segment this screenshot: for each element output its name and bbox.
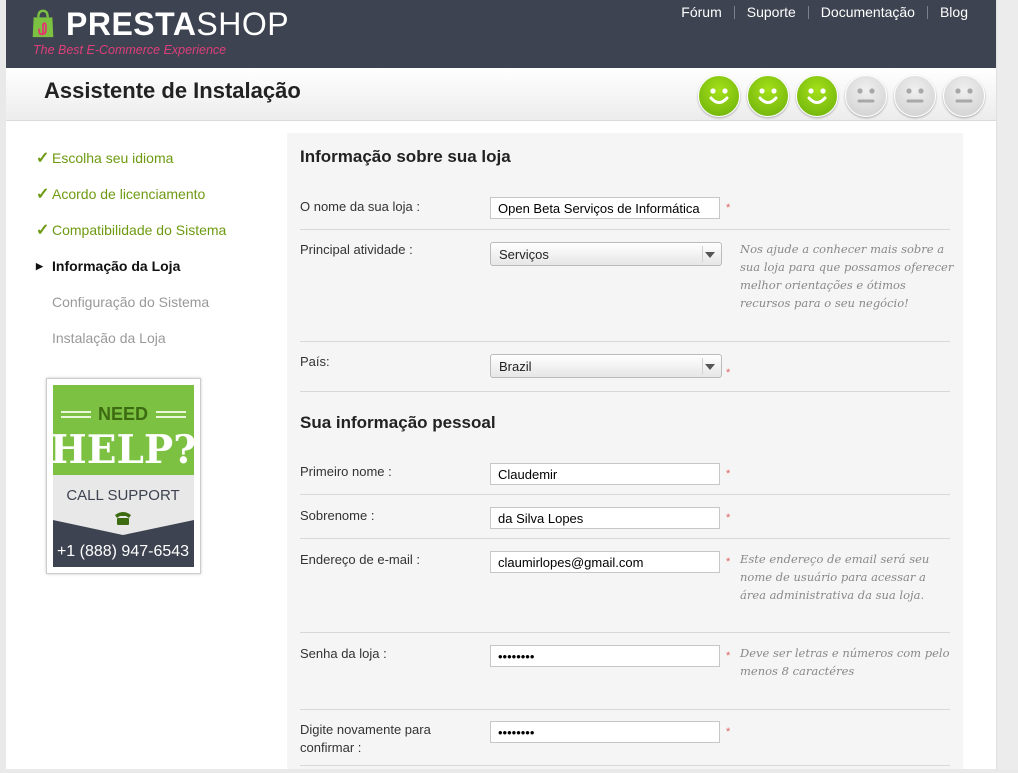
password-input[interactable] bbox=[490, 645, 720, 667]
neutral-face-icon bbox=[894, 75, 936, 117]
step-choose-language[interactable]: ✓ Escolha seu idioma bbox=[36, 140, 256, 176]
required-marker: * bbox=[726, 650, 731, 662]
divider bbox=[300, 632, 950, 633]
step-system-compatibility[interactable]: ✓ Compatibilidade do Sistema bbox=[36, 212, 256, 248]
select-divider bbox=[702, 246, 703, 262]
step-label: Acordo de licenciamento bbox=[52, 186, 206, 202]
title-bar: Assistente de Instalação bbox=[6, 68, 996, 121]
chevron-down-icon bbox=[705, 252, 715, 258]
select-divider bbox=[702, 358, 703, 374]
country-select[interactable]: Brazil bbox=[490, 354, 722, 378]
checkmark-icon: ✓ bbox=[36, 186, 50, 203]
top-navigation: Fórum Suporte Documentação Blog bbox=[669, 4, 972, 20]
personal-section-title: Sua informação pessoal bbox=[300, 413, 496, 432]
required-marker: * bbox=[726, 468, 731, 480]
email-input[interactable] bbox=[490, 551, 720, 573]
help-need-text: NEED bbox=[98, 404, 148, 424]
required-marker: * bbox=[726, 367, 731, 379]
store-section-title: Informação sobre sua loja bbox=[300, 147, 511, 166]
country-label: País: bbox=[300, 354, 330, 369]
window-bottom-edge bbox=[0, 769, 1018, 773]
required-marker: * bbox=[726, 556, 731, 568]
activity-select[interactable]: Serviços bbox=[490, 242, 722, 266]
last-name-label: Sobrenome : bbox=[300, 508, 375, 523]
store-name-label: O nome da sua loja : bbox=[300, 199, 420, 214]
divider bbox=[300, 709, 950, 710]
site-header: PRESTASHOP The Best E-Commerce Experienc… bbox=[6, 0, 996, 68]
logo-tagline: The Best E-Commerce Experience bbox=[33, 43, 227, 57]
step-label: Informação da Loja bbox=[52, 258, 181, 274]
activity-selected-value: Serviços bbox=[499, 247, 549, 262]
window-right-edge bbox=[996, 0, 1018, 773]
page-title: Assistente de Instalação bbox=[44, 78, 301, 103]
divider bbox=[300, 341, 950, 342]
happy-face-icon bbox=[698, 75, 740, 117]
step-license-agreement[interactable]: ✓ Acordo de licenciamento bbox=[36, 176, 256, 212]
store-name-input[interactable] bbox=[490, 197, 720, 219]
required-marker: * bbox=[726, 202, 731, 214]
step-label: Instalação da Loja bbox=[52, 330, 166, 346]
confirm-password-label: Digite novamente para confirmar : bbox=[300, 722, 431, 755]
checkmark-icon: ✓ bbox=[36, 222, 50, 239]
call-support-badge: NEED HELP? CALL SUPPORT +1 (888) 947-654… bbox=[53, 385, 194, 567]
logo-wordmark: PRESTASHOP bbox=[66, 6, 289, 42]
country-selected-value: Brazil bbox=[499, 359, 532, 374]
nav-documentation-link[interactable]: Documentação bbox=[809, 4, 927, 20]
activity-hint: Nos ajude a conhecer mais sobre a sua lo… bbox=[740, 242, 954, 310]
shopping-bag-icon bbox=[32, 9, 54, 38]
divider bbox=[300, 765, 950, 766]
installation-steps: ✓ Escolha seu idioma ✓ Acordo de licenciam… bbox=[36, 140, 256, 356]
divider bbox=[300, 229, 950, 230]
help-phone-text: +1 (888) 947-6543 bbox=[57, 543, 189, 560]
nav-blog-link[interactable]: Blog bbox=[928, 4, 972, 20]
last-name-input[interactable] bbox=[490, 507, 720, 529]
neutral-face-icon bbox=[845, 75, 887, 117]
email-label: Endereço de e-mail : bbox=[300, 552, 420, 567]
divider bbox=[300, 538, 950, 539]
phone-icon bbox=[115, 512, 131, 525]
first-name-label: Primeiro nome : bbox=[300, 464, 392, 479]
logo-presta-text: PRESTA bbox=[66, 6, 197, 42]
need-help-banner[interactable]: NEED HELP? CALL SUPPORT +1 (888) 947-654… bbox=[46, 378, 201, 574]
activity-label: Principal atividade : bbox=[300, 242, 413, 257]
email-hint: Este endereço de email será seu nome de … bbox=[740, 552, 930, 602]
step-store-information[interactable]: ▶ Informação da Loja bbox=[36, 248, 256, 284]
happy-face-icon bbox=[796, 75, 838, 117]
step-system-configuration: Configuração do Sistema bbox=[36, 284, 256, 320]
confirm-password-input[interactable] bbox=[490, 721, 720, 743]
password-hint: Deve ser letras e números com pelo menos… bbox=[740, 646, 950, 678]
step-store-installation: Instalação da Loja bbox=[36, 320, 256, 356]
neutral-face-icon bbox=[943, 75, 985, 117]
happy-face-icon bbox=[747, 75, 789, 117]
nav-support-link[interactable]: Suporte bbox=[735, 4, 808, 20]
step-label: Configuração do Sistema bbox=[52, 294, 210, 310]
required-marker: * bbox=[726, 726, 731, 738]
divider bbox=[300, 494, 950, 495]
help-help-text: HELP? bbox=[53, 427, 194, 473]
step-label: Compatibilidade do Sistema bbox=[52, 222, 227, 238]
required-marker: * bbox=[726, 512, 731, 524]
first-name-input[interactable] bbox=[490, 463, 720, 485]
store-info-form: Informação sobre sua loja O nome da sua … bbox=[287, 133, 963, 773]
nav-forum-link[interactable]: Fórum bbox=[669, 4, 733, 20]
chevron-down-icon bbox=[705, 364, 715, 370]
help-call-text: CALL SUPPORT bbox=[66, 487, 179, 504]
divider bbox=[300, 391, 950, 392]
logo-shop-text: SHOP bbox=[196, 6, 290, 42]
step-label: Escolha seu idioma bbox=[52, 150, 174, 166]
arrow-right-icon: ▶ bbox=[36, 260, 43, 271]
progress-faces bbox=[698, 75, 992, 117]
checkmark-icon: ✓ bbox=[36, 150, 50, 167]
password-label: Senha da loja : bbox=[300, 646, 387, 661]
